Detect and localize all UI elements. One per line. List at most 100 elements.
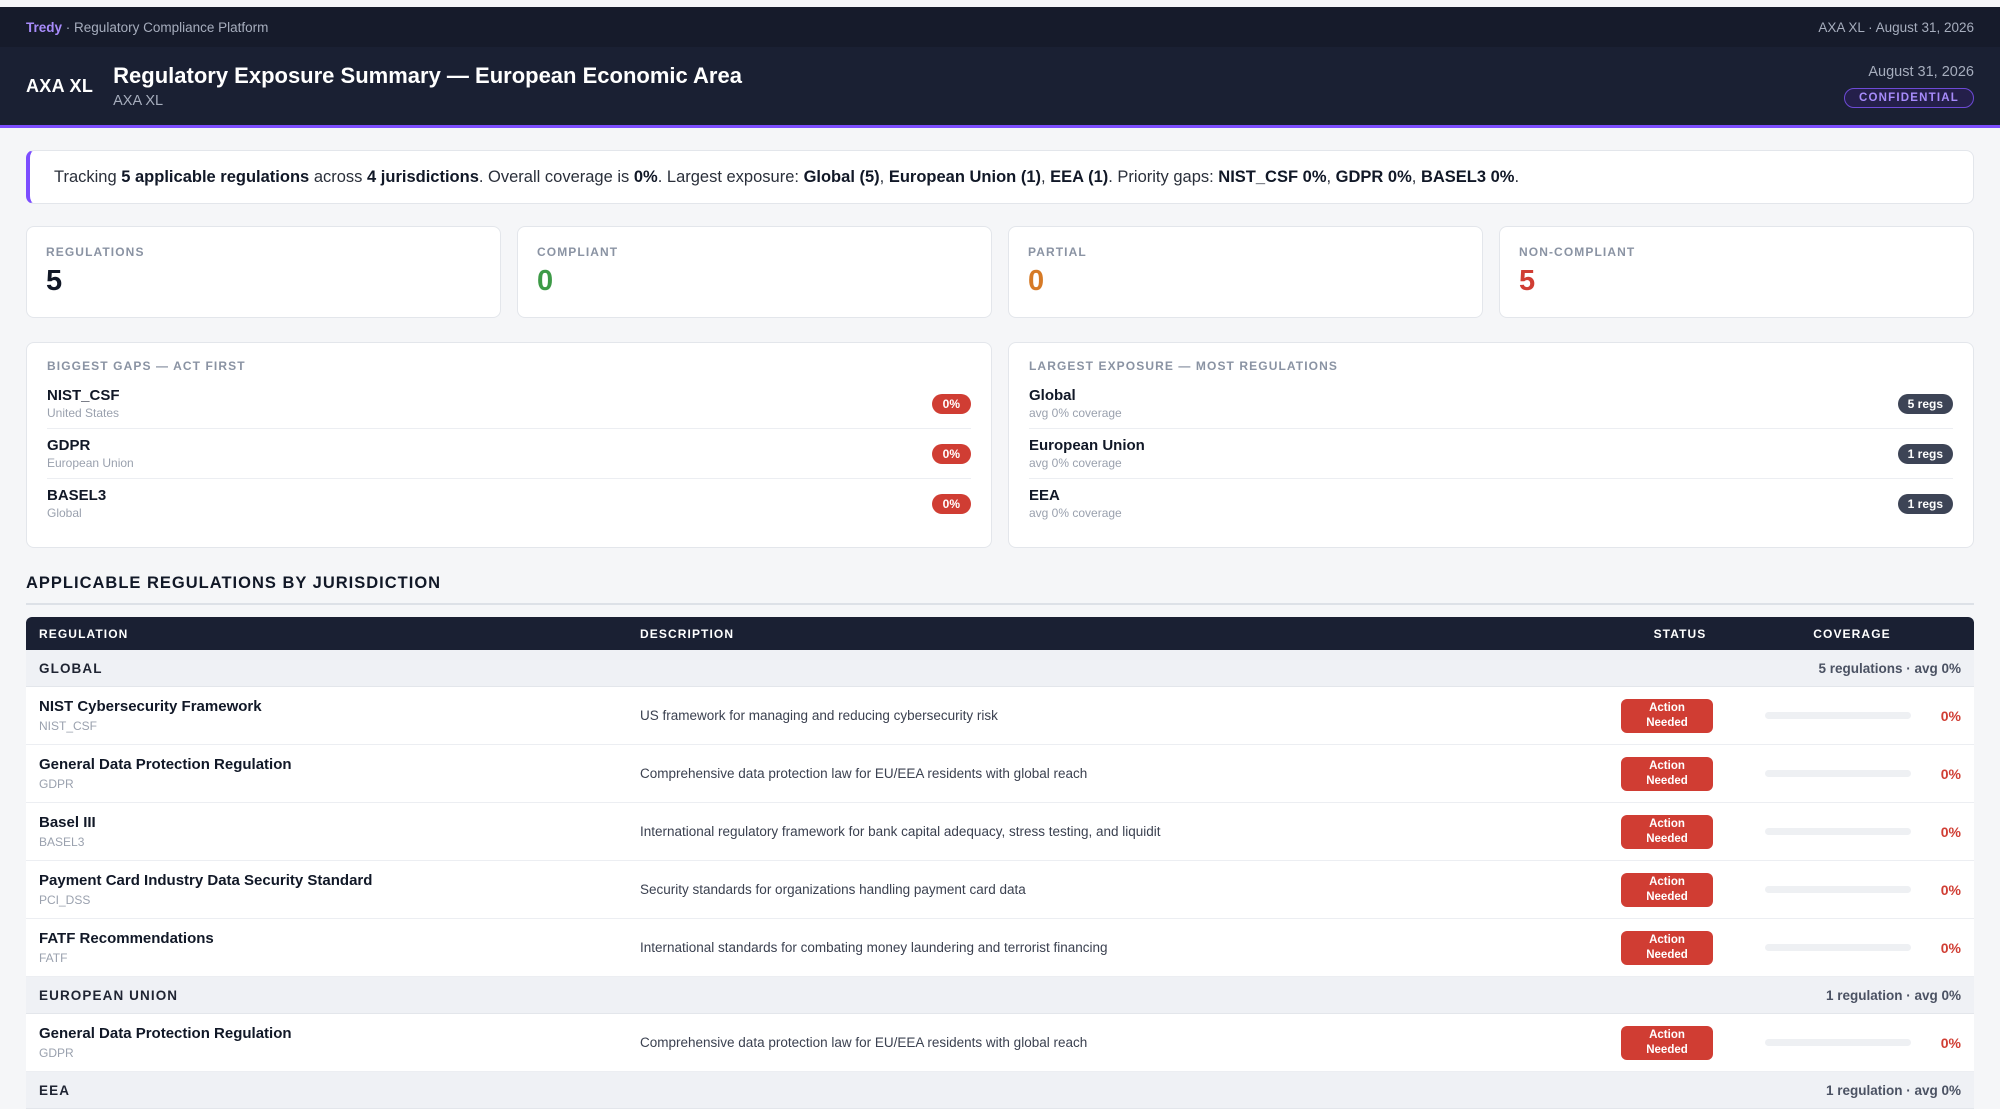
stat-card-compliant: COMPLIANT 0 [517, 226, 992, 318]
exposure-item[interactable]: EEA avg 0% coverage 1 regs [1029, 479, 1953, 528]
org-date: AXA XL · August 31, 2026 [1818, 19, 1974, 35]
exposure-item[interactable]: Global avg 0% coverage 5 regs [1029, 379, 1953, 429]
group-name: GLOBAL [39, 660, 103, 676]
regs-count-pill: 5 regs [1897, 393, 1953, 414]
insight-panels: BIGGEST GAPS — ACT FIRST NIST_CSF United … [26, 342, 1974, 548]
regulation-code: BASEL3 [39, 835, 85, 849]
report-header: AXA XL Regulatory Exposure Summary — Eur… [0, 47, 2000, 128]
jurisdiction-group-row[interactable]: GLOBAL 5 regulations · avg 0% [26, 650, 1974, 687]
top-bar: Tredy · Regulatory Compliance Platform A… [0, 7, 2000, 47]
coverage-bar [1765, 944, 1911, 951]
table-row[interactable]: FATF Recommendations FATF International st… [26, 919, 1974, 977]
stat-value: 0 [1028, 265, 1045, 297]
page-subtitle: AXA XL [113, 93, 164, 109]
coverage-bar [1765, 828, 1911, 835]
table-row[interactable]: NIST Cybersecurity Framework NIST_CSF US f… [26, 687, 1974, 745]
regulation-description: Comprehensive data protection law for EU… [640, 1035, 1088, 1050]
gap-name: BASEL3 [47, 487, 107, 504]
coverage-pill: 0% [931, 443, 971, 464]
panel-title: BIGGEST GAPS — ACT FIRST [47, 359, 246, 373]
regulation-code: GDPR [39, 777, 74, 791]
regulation-code: FATF [39, 951, 68, 965]
coverage-bar [1765, 1039, 1911, 1046]
regulation-code: PCI_DSS [39, 893, 91, 907]
regulation-code: NIST_CSF [39, 719, 98, 733]
stat-label: PARTIAL [1028, 245, 1087, 259]
status-badge: Action Needed [1621, 872, 1713, 907]
regulation-name[interactable]: Basel III [39, 814, 640, 831]
coverage-percent: 0% [1940, 765, 1961, 782]
summary-banner: Tracking 5 applicable regulations across… [26, 150, 1974, 204]
col-header-regulation[interactable]: REGULATION [26, 627, 640, 641]
gap-item[interactable]: GDPR European Union 0% [47, 429, 971, 479]
table-row[interactable]: Payment Card Industry Data Security Stan… [26, 861, 1974, 919]
stat-label: REGULATIONS [46, 245, 145, 259]
status-badge: Action Needed [1621, 1025, 1713, 1060]
platform-name: Regulatory Compliance Platform [74, 19, 269, 35]
avg-coverage: avg 0% coverage [1029, 506, 1122, 520]
top-strip [0, 0, 2000, 7]
regs-count-pill: 1 regs [1897, 493, 1953, 514]
group-summary: 1 regulation · avg 0% [1825, 987, 1961, 1003]
gap-name: NIST_CSF [47, 387, 120, 404]
coverage-bar [1765, 770, 1911, 777]
avg-coverage: avg 0% coverage [1029, 406, 1122, 420]
col-header-status[interactable]: STATUS [1630, 627, 1730, 641]
regulation-name[interactable]: General Data Protection Regulation [39, 1025, 640, 1042]
stat-label: NON-COMPLIANT [1519, 245, 1636, 259]
regulation-name[interactable]: Payment Card Industry Data Security Stan… [39, 872, 640, 889]
regulation-code: GDPR [39, 1046, 74, 1060]
coverage-percent: 0% [1940, 1034, 1961, 1051]
jurisdiction-group-row[interactable]: EEA 1 regulation · avg 0% [26, 1072, 1974, 1109]
coverage-percent: 0% [1940, 823, 1961, 840]
table-row[interactable]: General Data Protection Regulation GDPR Co… [26, 1014, 1974, 1072]
brand-name[interactable]: Tredy [26, 20, 62, 35]
regs-count-pill: 1 regs [1897, 443, 1953, 464]
table-row[interactable]: General Data Protection Regulation GDPR Co… [26, 745, 1974, 803]
regulation-description: Comprehensive data protection law for EU… [640, 766, 1088, 781]
summary-text: Tracking 5 applicable regulations across… [54, 167, 1520, 186]
group-summary: 1 regulation · avg 0% [1825, 1082, 1961, 1098]
gap-item[interactable]: BASEL3 Global 0% [47, 479, 971, 528]
regulation-description: International standards for combating mo… [640, 940, 1108, 955]
stat-value: 5 [1519, 265, 1536, 297]
stat-card-partial: PARTIAL 0 [1008, 226, 1483, 318]
regulation-description: US framework for managing and reducing c… [640, 708, 998, 723]
table-row[interactable]: Basel III BASEL3 International regulatory … [26, 803, 1974, 861]
status-badge: Action Needed [1621, 756, 1713, 791]
regulation-name[interactable]: General Data Protection Regulation [39, 756, 640, 773]
jurisdiction-name: Global [1029, 387, 1076, 404]
status-badge: Action Needed [1621, 930, 1713, 965]
gap-item[interactable]: NIST_CSF United States 0% [47, 379, 971, 429]
stat-value: 5 [46, 265, 63, 297]
coverage-bar [1765, 886, 1911, 893]
regulation-name[interactable]: NIST Cybersecurity Framework [39, 698, 640, 715]
coverage-percent: 0% [1940, 939, 1961, 956]
coverage-bar [1765, 712, 1911, 719]
table-body: GLOBAL 5 regulations · avg 0% NIST Cyberse… [26, 650, 1974, 1109]
exposure-item[interactable]: European Union avg 0% coverage 1 regs [1029, 429, 1953, 479]
stat-value: 0 [537, 265, 554, 297]
table-header: REGULATION DESCRIPTION STATUS COVERAGE [26, 617, 1974, 650]
coverage-percent: 0% [1940, 881, 1961, 898]
regulation-description: International regulatory framework for b… [640, 824, 1161, 839]
regulation-description: Security standards for organizations han… [640, 882, 1026, 897]
coverage-pill: 0% [931, 393, 971, 414]
gap-jurisdiction: Global [47, 506, 82, 520]
status-badge: Action Needed [1621, 814, 1713, 849]
regulation-name[interactable]: FATF Recommendations [39, 930, 640, 947]
section-title: APPLICABLE REGULATIONS BY JURISDICTION [26, 574, 1974, 605]
jurisdiction-group-row[interactable]: EUROPEAN UNION 1 regulation · avg 0% [26, 977, 1974, 1014]
gap-name: GDPR [47, 437, 91, 454]
company-logo: AXA XL [26, 75, 94, 96]
separator-dot: · [65, 19, 75, 35]
col-header-description[interactable]: DESCRIPTION [640, 627, 1630, 641]
stat-card-regulations: REGULATIONS 5 [26, 226, 501, 318]
status-badge: Action Needed [1621, 698, 1713, 733]
stat-cards: REGULATIONS 5 COMPLIANT 0 PARTIAL 0 NON-… [26, 226, 1974, 318]
group-name: EUROPEAN UNION [39, 987, 179, 1003]
col-header-coverage[interactable]: COVERAGE [1730, 627, 1974, 641]
panel-title: LARGEST EXPOSURE — MOST REGULATIONS [1029, 359, 1338, 373]
coverage-pill: 0% [931, 493, 971, 514]
gap-jurisdiction: United States [47, 406, 120, 420]
